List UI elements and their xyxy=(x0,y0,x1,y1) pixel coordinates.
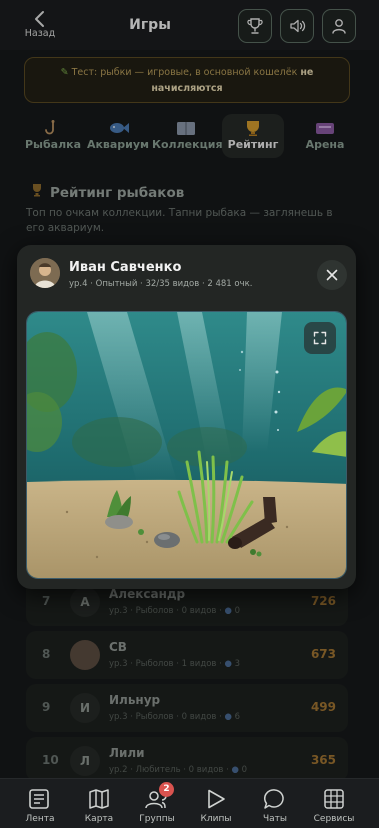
nav-label: Карта xyxy=(84,814,114,824)
nav-groups[interactable]: 2 Группы xyxy=(127,779,187,828)
nav-clips[interactable]: Клипы xyxy=(186,779,246,828)
nav-label: Клипы xyxy=(200,814,232,824)
nav-label: Чаты xyxy=(262,814,288,824)
groups-icon xyxy=(145,791,167,809)
play-icon xyxy=(208,789,225,809)
aquarium-scene xyxy=(27,312,346,578)
profile-name: Иван Савченко xyxy=(69,260,182,275)
nav-label: Лента xyxy=(25,814,55,824)
aquarium-view[interactable] xyxy=(26,311,347,579)
profile-popup: Иван Савченко ур.4 · Опытный · 32/35 вид… xyxy=(17,245,356,589)
chat-icon xyxy=(264,789,284,809)
nav-feed[interactable]: Лента xyxy=(10,779,70,828)
bottom-nav: Лента Карта 2 Группы Клипы Чаты Сервисы xyxy=(0,778,379,828)
nav-chats[interactable]: Чаты xyxy=(245,779,305,828)
close-button[interactable] xyxy=(317,260,347,290)
nav-label: Группы xyxy=(139,814,175,824)
feed-icon xyxy=(29,789,49,809)
avatar xyxy=(30,258,60,288)
nav-label: Сервисы xyxy=(313,814,355,824)
fullscreen-icon xyxy=(313,331,327,345)
close-icon xyxy=(326,269,338,281)
map-icon xyxy=(89,789,109,809)
nav-map[interactable]: Карта xyxy=(69,779,129,828)
grid-icon xyxy=(324,789,344,809)
notification-badge: 2 xyxy=(159,782,174,797)
fullscreen-button[interactable] xyxy=(304,322,336,354)
profile-meta: ур.4 · Опытный · 32/35 видов · 2 481 очк… xyxy=(69,279,253,289)
nav-services[interactable]: Сервисы xyxy=(304,779,364,828)
